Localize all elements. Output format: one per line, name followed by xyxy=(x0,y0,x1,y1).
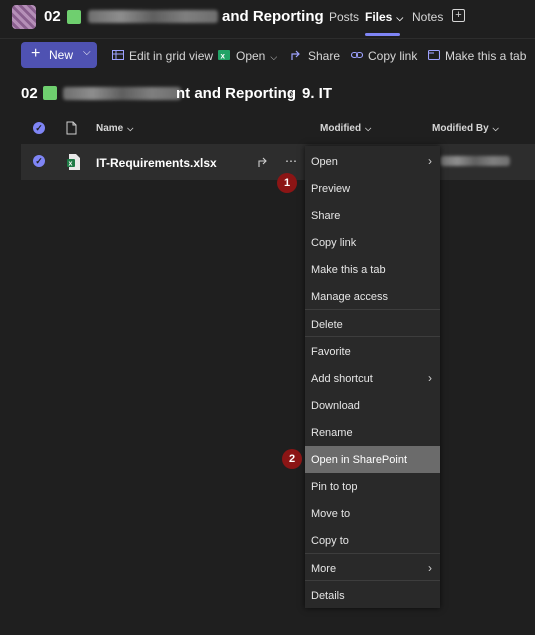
menu-item-label: Download xyxy=(311,400,360,412)
menu-item-label: More xyxy=(311,563,337,575)
menu-item-preview[interactable]: Preview xyxy=(305,175,440,202)
menu-item-open[interactable]: Open › xyxy=(305,148,440,175)
breadcrumb-current: 9. IT xyxy=(302,85,333,102)
header-divider xyxy=(0,38,535,39)
team-number: 02 xyxy=(44,8,61,25)
column-name-label: Name xyxy=(96,123,124,134)
svg-text:x: x xyxy=(221,52,226,61)
team-color-icon xyxy=(67,10,81,24)
more-options-icon[interactable]: ⋯ xyxy=(285,154,298,168)
new-button-label: New xyxy=(49,48,74,62)
menu-item-more[interactable]: More › xyxy=(305,555,440,582)
svg-text:x: x xyxy=(69,161,73,168)
menu-item-label: Copy link xyxy=(311,237,357,249)
share-icon xyxy=(291,50,300,60)
modified-by-redacted xyxy=(440,156,510,166)
row-checkbox[interactable]: ✓ xyxy=(33,155,45,167)
menu-item-pin-to-top[interactable]: Pin to top xyxy=(305,473,440,500)
menu-item-copy-link[interactable]: Copy link xyxy=(305,229,440,256)
share-icon[interactable] xyxy=(258,156,270,168)
team-title: and Reporting xyxy=(222,8,324,25)
chevron-right-icon: › xyxy=(428,371,432,385)
context-menu: Open › Preview Share Copy link Make this a ta… xyxy=(305,146,440,608)
menu-item-copy-to[interactable]: Copy to xyxy=(305,527,440,554)
active-tab-indicator xyxy=(365,33,400,36)
column-modified-by-label: Modified By xyxy=(432,123,489,134)
plus-icon: + xyxy=(31,45,41,62)
breadcrumb-team-title[interactable]: nt and Reporting xyxy=(176,85,296,102)
team-name-redacted xyxy=(88,10,218,23)
chevron-down-icon: ⌵ xyxy=(492,124,499,133)
breadcrumb-separator: › xyxy=(289,86,294,101)
menu-item-label: Pin to top xyxy=(311,481,358,493)
menu-item-favorite[interactable]: Favorite xyxy=(305,338,440,365)
chevron-right-icon: › xyxy=(428,154,432,168)
grid-icon xyxy=(112,50,124,60)
menu-item-label: Manage access xyxy=(311,291,389,303)
menu-item-label: Favorite xyxy=(311,346,351,358)
menu-item-open-in-sharepoint[interactable]: Open in SharePoint xyxy=(305,446,440,473)
menu-item-make-this-a-tab[interactable]: Make this a tab xyxy=(305,256,440,283)
menu-item-label: Delete xyxy=(311,319,343,331)
make-tab-button[interactable]: Make this a tab xyxy=(445,49,526,63)
breadcrumb-redacted xyxy=(63,87,181,100)
add-tab-button[interactable]: + xyxy=(452,9,465,22)
column-header-modified-by[interactable]: Modified By ⌵ xyxy=(432,123,499,134)
chevron-down-icon: ⌵ xyxy=(365,124,372,133)
open-button-label: Open xyxy=(236,49,266,63)
tab-icon xyxy=(428,49,440,61)
menu-item-label: Rename xyxy=(311,427,353,439)
tab-files-label: Files xyxy=(365,10,393,24)
column-header-modified[interactable]: Modified ⌵ xyxy=(320,123,371,134)
column-modified-label: Modified xyxy=(320,123,362,134)
chevron-down-icon: ⌵ xyxy=(83,47,91,58)
tab-files[interactable]: Files ⌵ xyxy=(365,10,403,24)
menu-item-label: Add shortcut xyxy=(311,373,373,385)
menu-item-delete[interactable]: Delete xyxy=(305,311,440,338)
tab-notes[interactable]: Notes xyxy=(412,10,443,24)
breadcrumb-team-number[interactable]: 02 xyxy=(21,85,38,102)
chevron-down-icon: ⌵ xyxy=(396,13,404,23)
menu-item-label: Copy to xyxy=(311,535,349,547)
menu-item-label: Share xyxy=(311,210,341,222)
menu-item-manage-access[interactable]: Manage access xyxy=(305,283,440,310)
menu-item-rename[interactable]: Rename xyxy=(305,419,440,446)
excel-icon: x xyxy=(218,50,230,61)
link-icon xyxy=(351,51,363,59)
select-all-checkbox[interactable]: ✓ xyxy=(33,122,45,134)
copy-link-button[interactable]: Copy link xyxy=(368,49,417,63)
team-avatar[interactable] xyxy=(12,5,36,29)
chevron-down-icon: ⌵ xyxy=(127,124,134,133)
menu-item-label: Open xyxy=(311,156,338,168)
menu-item-move-to[interactable]: Move to xyxy=(305,500,440,527)
menu-item-label: Open in SharePoint xyxy=(311,454,408,466)
share-button[interactable]: Share xyxy=(308,49,340,63)
menu-item-add-shortcut[interactable]: Add shortcut › xyxy=(305,365,440,392)
chevron-right-icon: › xyxy=(428,561,432,575)
menu-item-label: Details xyxy=(311,590,345,602)
chevron-down-icon: ⌵ xyxy=(270,52,278,62)
excel-file-icon: x xyxy=(67,154,80,170)
open-button[interactable]: Open ⌵ xyxy=(236,49,277,63)
annotation-badge-1: 1 xyxy=(277,173,297,193)
menu-item-details[interactable]: Details xyxy=(305,582,440,609)
menu-item-label: Preview xyxy=(311,183,351,195)
menu-item-label: Move to xyxy=(311,508,351,520)
file-name[interactable]: IT-Requirements.xlsx xyxy=(96,156,217,170)
menu-item-share[interactable]: Share xyxy=(305,202,440,229)
file-type-icon xyxy=(66,121,77,135)
column-header-name[interactable]: Name ⌵ xyxy=(96,123,133,134)
team-color-icon xyxy=(43,86,57,100)
new-button[interactable]: + New ⌵ xyxy=(21,42,97,68)
menu-item-label: Make this a tab xyxy=(311,264,386,276)
menu-item-download[interactable]: Download xyxy=(305,392,440,419)
edit-grid-view-button[interactable]: Edit in grid view xyxy=(129,49,213,63)
tab-posts[interactable]: Posts xyxy=(329,10,359,24)
annotation-badge-2: 2 xyxy=(282,449,302,469)
